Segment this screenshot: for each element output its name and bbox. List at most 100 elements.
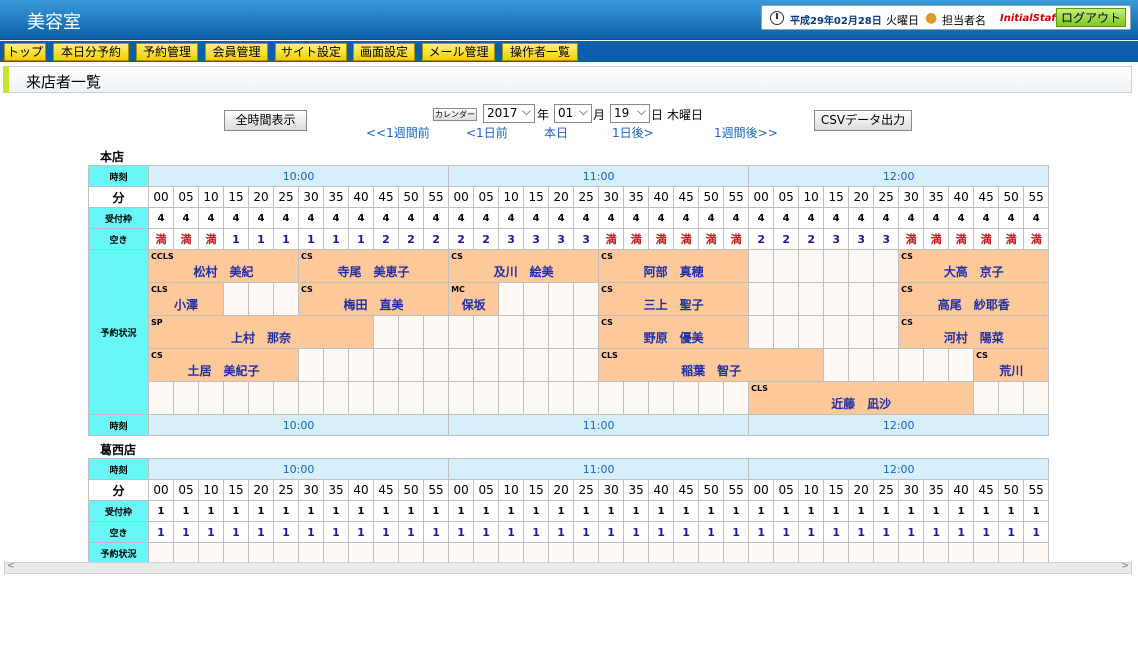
empty-slot[interactable]	[823, 249, 850, 283]
prev-day-link[interactable]: <1日前	[466, 124, 508, 141]
empty-slot[interactable]	[973, 381, 1000, 415]
empty-slot[interactable]	[548, 282, 575, 316]
empty-slot[interactable]	[548, 348, 575, 382]
reservation-block[interactable]: CS 三上 聖子	[598, 282, 750, 316]
empty-slot[interactable]	[548, 315, 575, 349]
empty-slot[interactable]	[498, 282, 525, 316]
customer-name[interactable]: 荒川	[975, 362, 1048, 379]
today-link[interactable]: 本日	[544, 124, 568, 141]
empty-slot[interactable]	[523, 348, 550, 382]
empty-slot[interactable]	[298, 542, 324, 564]
reservation-block[interactable]: CS 土居 美紀子	[148, 348, 299, 382]
empty-slot[interactable]	[448, 381, 475, 415]
empty-slot[interactable]	[698, 381, 725, 415]
empty-slot[interactable]	[748, 282, 775, 316]
nav-tab[interactable]: 本日分予約	[53, 43, 129, 61]
empty-slot[interactable]	[273, 282, 299, 316]
empty-slot[interactable]	[873, 282, 900, 316]
customer-name[interactable]: 土居 美紀子	[150, 362, 298, 379]
empty-slot[interactable]	[323, 348, 349, 382]
reservation-block[interactable]: CS 阿部 真穂	[598, 249, 750, 283]
reservation-block[interactable]: CLS 近藤 凪沙	[748, 381, 975, 415]
empty-slot[interactable]	[573, 282, 600, 316]
empty-slot[interactable]	[348, 381, 374, 415]
empty-slot[interactable]	[422, 381, 450, 415]
empty-slot[interactable]	[573, 542, 600, 564]
reservation-block[interactable]: CS 高尾 紗耶香	[898, 282, 1050, 316]
empty-slot[interactable]	[548, 542, 575, 564]
empty-slot[interactable]	[923, 542, 950, 564]
empty-slot[interactable]	[422, 348, 450, 382]
empty-slot[interactable]	[373, 542, 399, 564]
empty-slot[interactable]	[973, 542, 1000, 564]
empty-slot[interactable]	[623, 381, 650, 415]
empty-slot[interactable]	[848, 542, 875, 564]
empty-slot[interactable]	[348, 542, 374, 564]
empty-slot[interactable]	[598, 381, 625, 415]
logout-button[interactable]: ログアウト	[1056, 8, 1126, 27]
empty-slot[interactable]	[198, 381, 224, 415]
empty-slot[interactable]	[648, 381, 675, 415]
empty-slot[interactable]	[873, 542, 900, 564]
empty-slot[interactable]	[473, 381, 500, 415]
empty-slot[interactable]	[198, 542, 224, 564]
horizontal-scrollbar[interactable]: < >	[4, 561, 1132, 574]
next-day-link[interactable]: 1日後>	[612, 124, 654, 141]
nav-tab[interactable]: サイト設定	[275, 43, 347, 61]
empty-slot[interactable]	[923, 348, 950, 382]
empty-slot[interactable]	[573, 381, 600, 415]
csv-export-button[interactable]: CSVデータ出力	[814, 110, 912, 131]
empty-slot[interactable]	[248, 282, 274, 316]
calendar-button[interactable]: カレンダー	[433, 108, 477, 121]
empty-slot[interactable]	[1023, 542, 1050, 564]
customer-name[interactable]: 近藤 凪沙	[750, 395, 973, 412]
empty-slot[interactable]	[498, 542, 525, 564]
empty-slot[interactable]	[948, 542, 975, 564]
scroll-right-icon[interactable]: >	[1121, 561, 1129, 571]
empty-slot[interactable]	[398, 348, 424, 382]
empty-slot[interactable]	[373, 315, 399, 349]
empty-slot[interactable]	[448, 348, 475, 382]
empty-slot[interactable]	[723, 542, 750, 564]
empty-slot[interactable]	[523, 381, 550, 415]
empty-slot[interactable]	[598, 542, 625, 564]
empty-slot[interactable]	[673, 381, 700, 415]
empty-slot[interactable]	[648, 542, 675, 564]
empty-slot[interactable]	[498, 348, 525, 382]
empty-slot[interactable]	[398, 381, 424, 415]
empty-slot[interactable]	[823, 315, 850, 349]
empty-slot[interactable]	[773, 249, 800, 283]
reservation-block[interactable]: CS 河村 陽菜	[898, 315, 1050, 349]
empty-slot[interactable]	[248, 542, 274, 564]
customer-name[interactable]: 阿部 真穂	[600, 263, 748, 280]
customer-name[interactable]: 三上 聖子	[600, 296, 748, 313]
empty-slot[interactable]	[523, 315, 550, 349]
customer-name[interactable]: 大高 京子	[900, 263, 1048, 280]
empty-slot[interactable]	[848, 249, 875, 283]
reservation-block[interactable]: SP 上村 那奈	[148, 315, 374, 349]
nav-tab[interactable]: トップ	[4, 43, 46, 61]
empty-slot[interactable]	[573, 315, 600, 349]
empty-slot[interactable]	[848, 315, 875, 349]
empty-slot[interactable]	[823, 282, 850, 316]
empty-slot[interactable]	[798, 249, 825, 283]
empty-slot[interactable]	[798, 315, 825, 349]
empty-slot[interactable]	[848, 282, 875, 316]
empty-slot[interactable]	[398, 315, 424, 349]
empty-slot[interactable]	[448, 315, 475, 349]
empty-slot[interactable]	[223, 282, 249, 316]
customer-name[interactable]: 松村 美紀	[150, 263, 298, 280]
empty-slot[interactable]	[323, 381, 349, 415]
nav-tab[interactable]: メール管理	[422, 43, 495, 61]
reservation-block[interactable]: CS 大高 京子	[898, 249, 1050, 283]
empty-slot[interactable]	[498, 315, 525, 349]
empty-slot[interactable]	[173, 542, 199, 564]
empty-slot[interactable]	[523, 542, 550, 564]
empty-slot[interactable]	[223, 542, 249, 564]
next-week-link[interactable]: 1週間後>>	[714, 124, 778, 141]
reservation-block[interactable]: CLS 稲葉 智子	[598, 348, 825, 382]
empty-slot[interactable]	[748, 542, 775, 564]
empty-slot[interactable]	[223, 381, 249, 415]
empty-slot[interactable]	[323, 542, 349, 564]
empty-slot[interactable]	[898, 348, 925, 382]
